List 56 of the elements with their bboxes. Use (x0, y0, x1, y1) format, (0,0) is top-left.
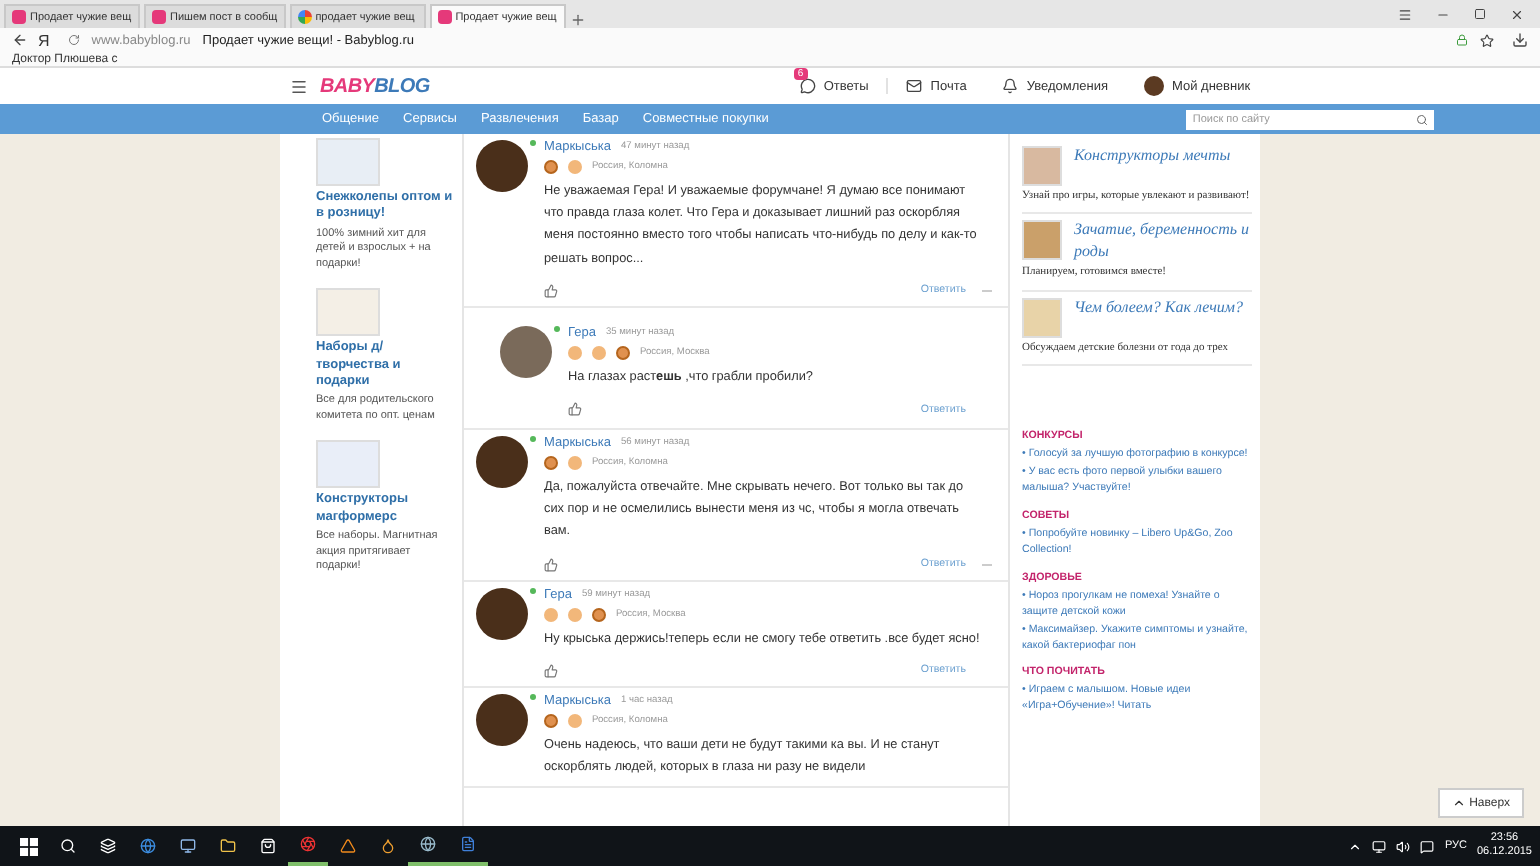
promo-title[interactable]: Зачатие, беременность и роды (1074, 220, 1252, 263)
google-favicon-icon (297, 10, 312, 24)
mail-icon (906, 78, 923, 94)
boy-icon (568, 456, 582, 471)
lock-icon (1456, 34, 1468, 46)
dash-icon (982, 563, 992, 566)
chevron-up-icon (1451, 796, 1466, 810)
menu-icon[interactable] (290, 77, 308, 95)
boy-icon (568, 160, 582, 174)
reload-icon[interactable] (67, 34, 80, 46)
search-icon (1416, 113, 1429, 125)
maximize-icon[interactable] (1474, 8, 1486, 20)
app-icon[interactable] (380, 838, 396, 854)
store-icon[interactable] (260, 838, 276, 854)
bell-icon (1002, 78, 1019, 94)
folder-icon[interactable] (220, 838, 236, 854)
thumbs-up-icon[interactable] (544, 283, 558, 298)
girl-icon (616, 345, 630, 360)
user-avatar[interactable] (476, 587, 528, 640)
dash-icon (982, 289, 992, 292)
girl-icon (544, 160, 558, 174)
menu-icon[interactable] (1398, 7, 1412, 21)
girl-icon (544, 713, 558, 728)
user-avatar (1144, 76, 1165, 96)
speaker-icon[interactable] (1396, 839, 1411, 853)
download-icon[interactable] (1512, 32, 1528, 48)
search-icon[interactable] (60, 838, 76, 854)
yandex-button[interactable]: Я (38, 31, 50, 49)
boy-icon (568, 713, 582, 728)
chevron-up-icon[interactable] (1348, 839, 1363, 853)
speech-bubble-icon (799, 78, 816, 94)
favicon-icon (12, 10, 26, 24)
thumbs-up-icon[interactable] (544, 557, 558, 572)
user-avatar[interactable] (476, 693, 528, 746)
word-document-icon[interactable] (460, 836, 476, 852)
favicon-icon (152, 10, 166, 24)
user-avatar[interactable] (476, 436, 528, 489)
promo-title[interactable]: Чем болеем? Как лечим? (1074, 297, 1243, 319)
thumbs-up-icon[interactable] (568, 402, 582, 417)
computer-icon[interactable] (180, 838, 196, 854)
user-avatar[interactable] (500, 325, 552, 378)
promo-title[interactable]: Конструкторы мечты (1074, 146, 1231, 167)
girl-icon (592, 607, 606, 622)
new-tab-icon[interactable] (569, 12, 586, 28)
babyblog-logo[interactable]: BABYBLOG (320, 75, 430, 97)
favicon-icon (437, 10, 452, 24)
thumbs-up-icon[interactable] (544, 663, 558, 678)
notification-icon[interactable] (1420, 839, 1435, 853)
girl-icon (544, 456, 558, 471)
cone-icon[interactable] (340, 838, 356, 854)
globe-icon[interactable] (420, 836, 436, 852)
close-icon[interactable] (1510, 7, 1524, 21)
task-view-icon[interactable] (100, 838, 116, 854)
back-arrow-icon[interactable] (12, 32, 28, 48)
star-icon[interactable] (1480, 33, 1494, 47)
user-avatar[interactable] (476, 140, 528, 192)
